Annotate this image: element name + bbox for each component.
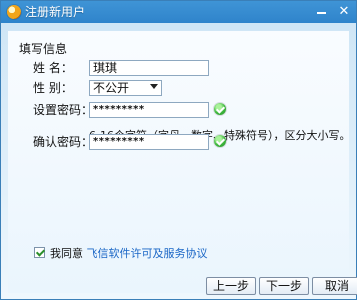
chevron-down-icon xyxy=(150,84,158,89)
prev-button[interactable]: 上一步 xyxy=(206,277,256,295)
app-icon xyxy=(7,5,21,19)
gender-select[interactable]: 不公开 xyxy=(89,80,162,96)
window-title: 注册新用户 xyxy=(25,5,86,19)
cancel-button[interactable]: 取消 xyxy=(312,277,357,295)
agree-prefix: 我同意 xyxy=(50,247,87,260)
close-button[interactable]: ✕ xyxy=(335,4,353,20)
gender-selected-value: 不公开 xyxy=(93,81,130,95)
agree-checkbox[interactable] xyxy=(34,247,45,258)
titlebar: 注册新用户 ✕ xyxy=(1,1,356,23)
section-title: 填写信息 xyxy=(19,42,68,56)
agreement-text: 我同意 飞信软件许可及服务协议 xyxy=(50,245,208,261)
confirm-password-input[interactable]: ********* xyxy=(89,134,209,150)
name-label: 姓 名： xyxy=(33,61,73,75)
gender-label: 性 别： xyxy=(33,81,73,95)
agreement-link[interactable]: 飞信软件许可及服务协议 xyxy=(87,247,208,260)
password-ok-icon xyxy=(214,103,226,115)
form-panel: 填写信息 姓 名： 琪琪 性 别： 不公开 设置密码： ********* 6-… xyxy=(8,31,357,295)
name-input[interactable]: 琪琪 xyxy=(89,60,209,76)
confirm-ok-icon xyxy=(214,135,226,147)
minimize-icon xyxy=(316,12,326,14)
minimize-button[interactable] xyxy=(312,4,330,20)
password-label: 设置密码： xyxy=(33,103,94,117)
register-window: 注册新用户 ✕ 填写信息 姓 名： 琪琪 性 别： 不公开 设置密码： ****… xyxy=(0,0,357,300)
confirm-label: 确认密码： xyxy=(33,135,94,149)
close-icon: ✕ xyxy=(338,4,350,19)
password-input[interactable]: ********* xyxy=(89,102,209,118)
next-button[interactable]: 下一步 xyxy=(259,277,309,295)
